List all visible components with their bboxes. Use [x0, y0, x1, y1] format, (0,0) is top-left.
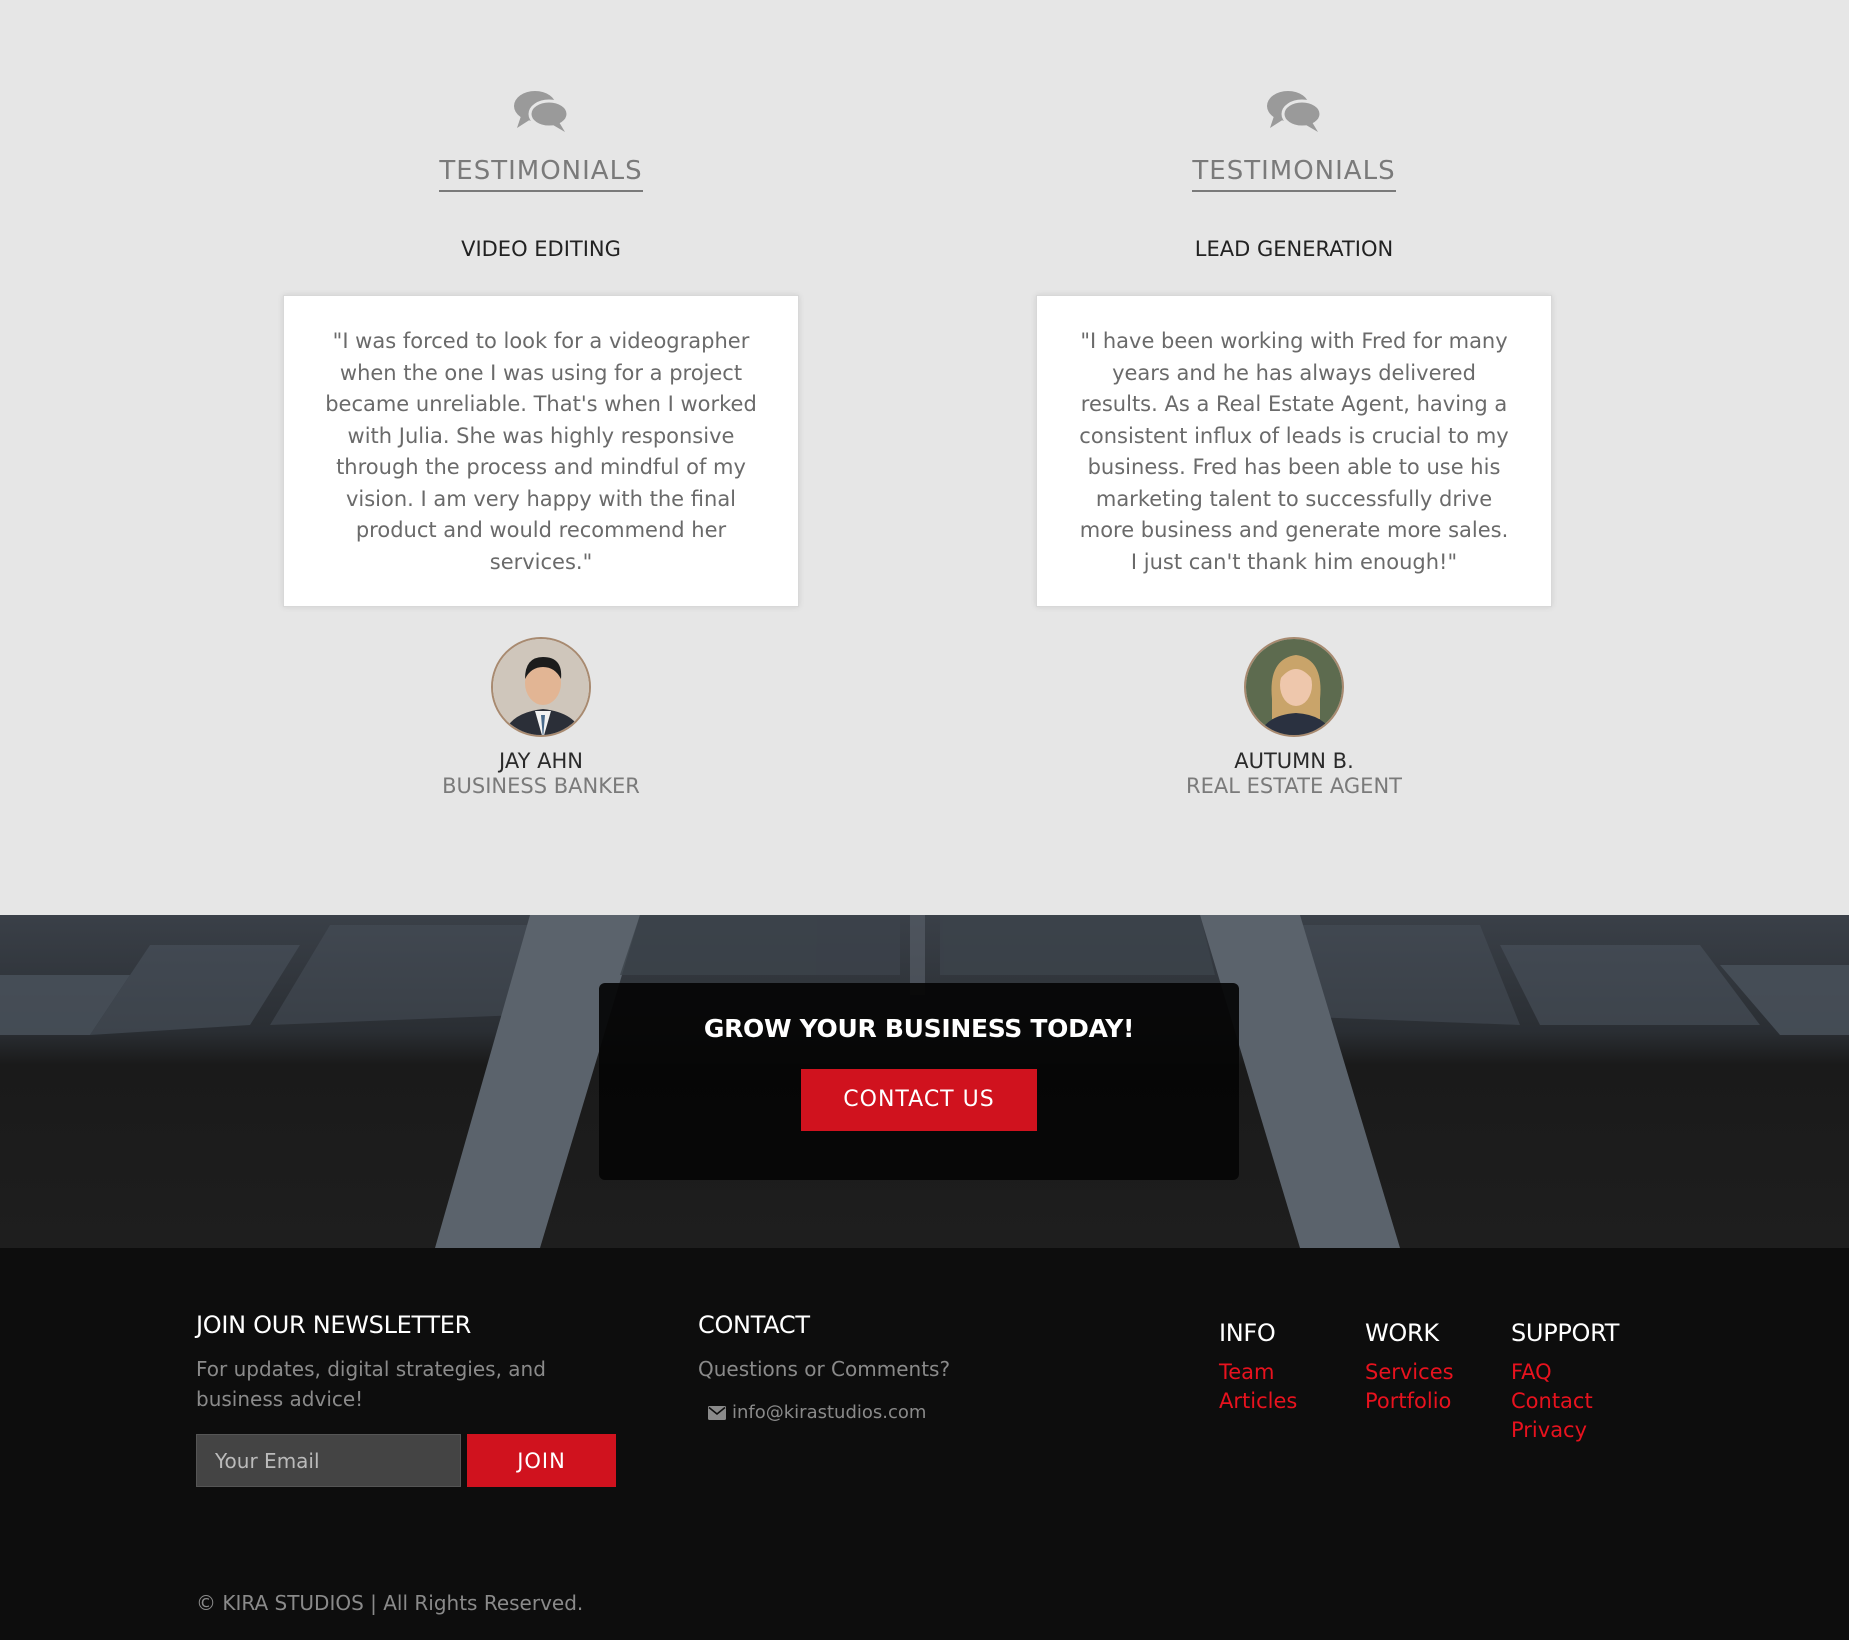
- testimonial-category: LEAD GENERATION: [1194, 237, 1394, 261]
- link-services[interactable]: Services: [1365, 1358, 1505, 1387]
- support-links: SUPPORT FAQ Contact Privacy: [1511, 1318, 1651, 1445]
- contact-block: CONTACT Questions or Comments? info@kira…: [698, 1310, 1078, 1423]
- cta-title: GROW YOUR BUSINESS TODAY!: [703, 1014, 1135, 1043]
- testimonial-column-video-editing: TESTIMONIALS VIDEO EDITING "I was forced…: [283, 88, 799, 799]
- link-portfolio[interactable]: Portfolio: [1365, 1387, 1505, 1416]
- email-field[interactable]: [196, 1434, 461, 1487]
- comments-icon: [514, 91, 570, 132]
- avatar: [1244, 637, 1344, 737]
- envelope-icon: [708, 1405, 726, 1420]
- contact-title: CONTACT: [698, 1311, 810, 1339]
- contact-email-text: info@kirastudios.com: [732, 1402, 927, 1423]
- testimonial-name: JAY AHN: [499, 749, 583, 773]
- testimonial-quote-card: "I was forced to look for a videographer…: [283, 295, 799, 607]
- newsletter-text: For updates, digital strategies, and bus…: [196, 1357, 546, 1411]
- testimonial-quote-card: "I have been working with Fred for many …: [1036, 295, 1552, 607]
- testimonials-heading: TESTIMONIALS: [1192, 154, 1396, 192]
- link-privacy[interactable]: Privacy: [1511, 1416, 1651, 1445]
- testimonial-category: VIDEO EDITING: [461, 237, 621, 261]
- avatar: [491, 637, 591, 737]
- footer: JOIN OUR NEWSLETTER For updates, digital…: [0, 1248, 1849, 1640]
- work-title: WORK: [1365, 1319, 1439, 1347]
- copyright: © KIRA STUDIOS | All Rights Reserved.: [196, 1591, 584, 1615]
- contact-email[interactable]: info@kirastudios.com: [698, 1402, 1078, 1423]
- testimonials-heading: TESTIMONIALS: [439, 154, 643, 192]
- info-links: INFO Team Articles: [1219, 1318, 1359, 1416]
- newsletter-title: JOIN OUR NEWSLETTER: [196, 1311, 472, 1339]
- contact-text: Questions or Comments?: [698, 1357, 951, 1381]
- comments-icon: [1267, 91, 1323, 132]
- link-articles[interactable]: Articles: [1219, 1387, 1359, 1416]
- contact-us-button[interactable]: CONTACT US: [801, 1069, 1037, 1131]
- newsletter-form: JOIN: [196, 1434, 616, 1487]
- info-title: INFO: [1219, 1319, 1276, 1347]
- testimonial-role: REAL ESTATE AGENT: [1186, 774, 1402, 798]
- cta-section: GROW YOUR BUSINESS TODAY! CONTACT US: [0, 915, 1849, 1248]
- cta-box: GROW YOUR BUSINESS TODAY! CONTACT US: [599, 983, 1239, 1180]
- support-title: SUPPORT: [1511, 1319, 1620, 1347]
- link-faq[interactable]: FAQ: [1511, 1358, 1651, 1387]
- work-links: WORK Services Portfolio: [1365, 1318, 1505, 1416]
- link-team[interactable]: Team: [1219, 1358, 1359, 1387]
- newsletter-block: JOIN OUR NEWSLETTER For updates, digital…: [196, 1310, 616, 1487]
- join-button[interactable]: JOIN: [467, 1434, 616, 1487]
- testimonial-name: AUTUMN B.: [1234, 749, 1354, 773]
- link-contact[interactable]: Contact: [1511, 1387, 1651, 1416]
- testimonial-column-lead-generation: TESTIMONIALS LEAD GENERATION "I have bee…: [1036, 88, 1552, 799]
- testimonial-role: BUSINESS BANKER: [442, 774, 640, 798]
- testimonials-section: TESTIMONIALS VIDEO EDITING "I was forced…: [0, 0, 1849, 915]
